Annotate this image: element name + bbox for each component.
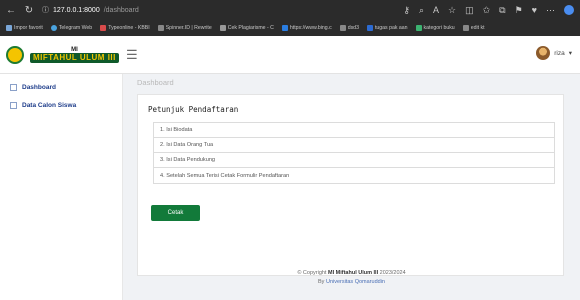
dashboard-icon [10,83,17,91]
bookmark-icon [462,25,469,31]
url-host: 127.0.0.1:8000 [53,6,100,14]
sidebar-item-label: Dashboard [22,83,56,91]
menu-toggle-icon[interactable]: ☰ [126,47,138,63]
bookmark-icon [281,25,288,31]
back-icon[interactable]: ← [6,5,16,16]
key-icon[interactable]: ⚷ [403,5,410,16]
logo-bottom: MIFTAHUL ULUM III [30,52,119,63]
bookmark-item[interactable]: https://www.bing.c [281,25,332,31]
bookmark-icon [366,25,373,31]
bookmark-icon [339,25,346,31]
copyright-line: © Copyright MI Miftahul Ulum III 2023/20… [123,269,580,278]
sidebar-item-label: Data Calon Siswa [22,101,77,109]
user-menu[interactable]: riza ▾ [536,46,572,60]
bookmark-icon [219,25,226,31]
bookmark-item[interactable]: Cek Plagiarisme - C [219,25,274,31]
bookmark-label: https://www.bing.c [289,25,332,31]
collections-icon[interactable]: ⧉ [499,5,505,16]
split-screen-icon[interactable]: ◫ [465,5,474,16]
bookmark-item[interactable]: Impor favorit [6,25,43,31]
bookmark-item[interactable]: Typeonline - KBBI [100,25,150,31]
bookmark-item[interactable]: Spinner.ID | Rewrite [157,25,212,31]
print-button[interactable]: Cetak [151,205,200,221]
sidebar-item-data-calon-siswa[interactable]: Data Calon Siswa [0,96,122,114]
favorites-icon[interactable]: ✩ [483,5,491,16]
info-icon[interactable]: ⓘ [42,5,49,15]
bookmark-label: edit kt [470,25,485,31]
bookmarks-bar: Impor favorit Telegram Web Typeonline - … [0,20,580,36]
steps-list: 1. Isi Biodata 2. Isi Data Orang Tua 3. … [153,122,555,184]
bookmark-item[interactable]: edit kt [462,25,485,31]
bookmark-item[interactable]: tugas pak aan [366,25,408,31]
browser-toolbar: ← ↻ ⓘ 127.0.0.1:8000/dashboard ⚷ ⌕ A ☆ ◫… [0,0,580,20]
bookmark-label: Telegram Web [58,25,93,31]
logo-top: MI [71,46,78,53]
bookmark-item[interactable]: kategori buku [415,25,455,31]
bookmark-label: kategori buku [423,25,455,31]
university-link[interactable]: Universitas Qomaruddin [326,279,385,285]
bookmark-label: tugas pak aan [374,25,408,31]
chevron-down-icon: ▾ [568,50,572,57]
bookmark-icon [415,25,422,31]
copyright-prefix: © Copyright [297,270,327,276]
list-item: 1. Isi Biodata [154,123,554,138]
bookmark-item[interactable]: Telegram Web [50,25,93,31]
bookmark-label: Cek Plagiarisme - C [227,25,274,31]
sidebar: Dashboard Data Calon Siswa [0,74,123,300]
bookmark-icon [6,25,12,31]
extensions-icon[interactable]: ⚑ [515,5,523,16]
user-name: riza [554,49,565,57]
credit-line: By Universitas Qomaruddin [123,278,580,287]
heart-icon[interactable]: ♥ [532,5,537,15]
logo[interactable]: MI MIFTAHUL ULUM III [0,36,122,73]
avatar [536,46,551,60]
list-icon [10,101,17,109]
page-title: Dashboard [137,78,174,87]
url-path: /dashboard [103,6,139,14]
edge-copilot-icon[interactable] [564,5,574,15]
card-title: Petunjuk Pendaftaran [148,105,239,114]
read-aloud-icon[interactable]: A [433,5,439,15]
school-emblem-icon [6,45,24,64]
main-content: Dashboard Petunjuk Pendaftaran 1. Isi Bi… [123,74,580,300]
bookmark-icon [100,25,107,31]
bookmark-icon [50,25,57,31]
school-name: MI Miftahul Ulum III [328,270,379,276]
browser-chrome: ← ↻ ⓘ 127.0.0.1:8000/dashboard ⚷ ⌕ A ☆ ◫… [0,0,580,36]
list-item: 3. Isi Data Pendukung [154,153,554,168]
bookmark-item[interactable]: dsd3 [339,25,359,31]
list-item: 4. Setelah Semua Terisi Cetak Formulir P… [160,172,290,179]
credit-prefix: By [318,279,325,285]
app-header: MI MIFTAHUL ULUM III ☰ riza ▾ [0,36,580,74]
sidebar-item-dashboard[interactable]: Dashboard [0,78,122,96]
bookmark-label: Typeonline - KBBI [108,25,150,31]
bookmark-label: dsd3 [347,25,359,31]
bookmark-icon [157,25,164,31]
favorite-star-icon[interactable]: ☆ [448,5,456,16]
browser-actions: ⚷ ⌕ A ☆ ◫ ✩ ⧉ ⚑ ♥ ⋯ [403,5,574,16]
more-icon[interactable]: ⋯ [546,5,555,16]
reload-icon[interactable]: ↻ [24,5,34,16]
address-bar[interactable]: ⓘ 127.0.0.1:8000/dashboard [42,5,139,15]
bookmark-label: Spinner.ID | Rewrite [165,25,212,31]
bookmark-label: Impor favorit [14,25,43,31]
logo-text: MI MIFTAHUL ULUM III [30,47,119,63]
instructions-card: Petunjuk Pendaftaran 1. Isi Biodata 2. I… [137,94,564,276]
copyright-year: 2023/2024 [379,270,406,276]
zoom-icon[interactable]: ⌕ [419,5,424,16]
footer: © Copyright MI Miftahul Ulum III 2023/20… [123,269,580,287]
list-item: 2. Isi Data Orang Tua [154,138,554,153]
